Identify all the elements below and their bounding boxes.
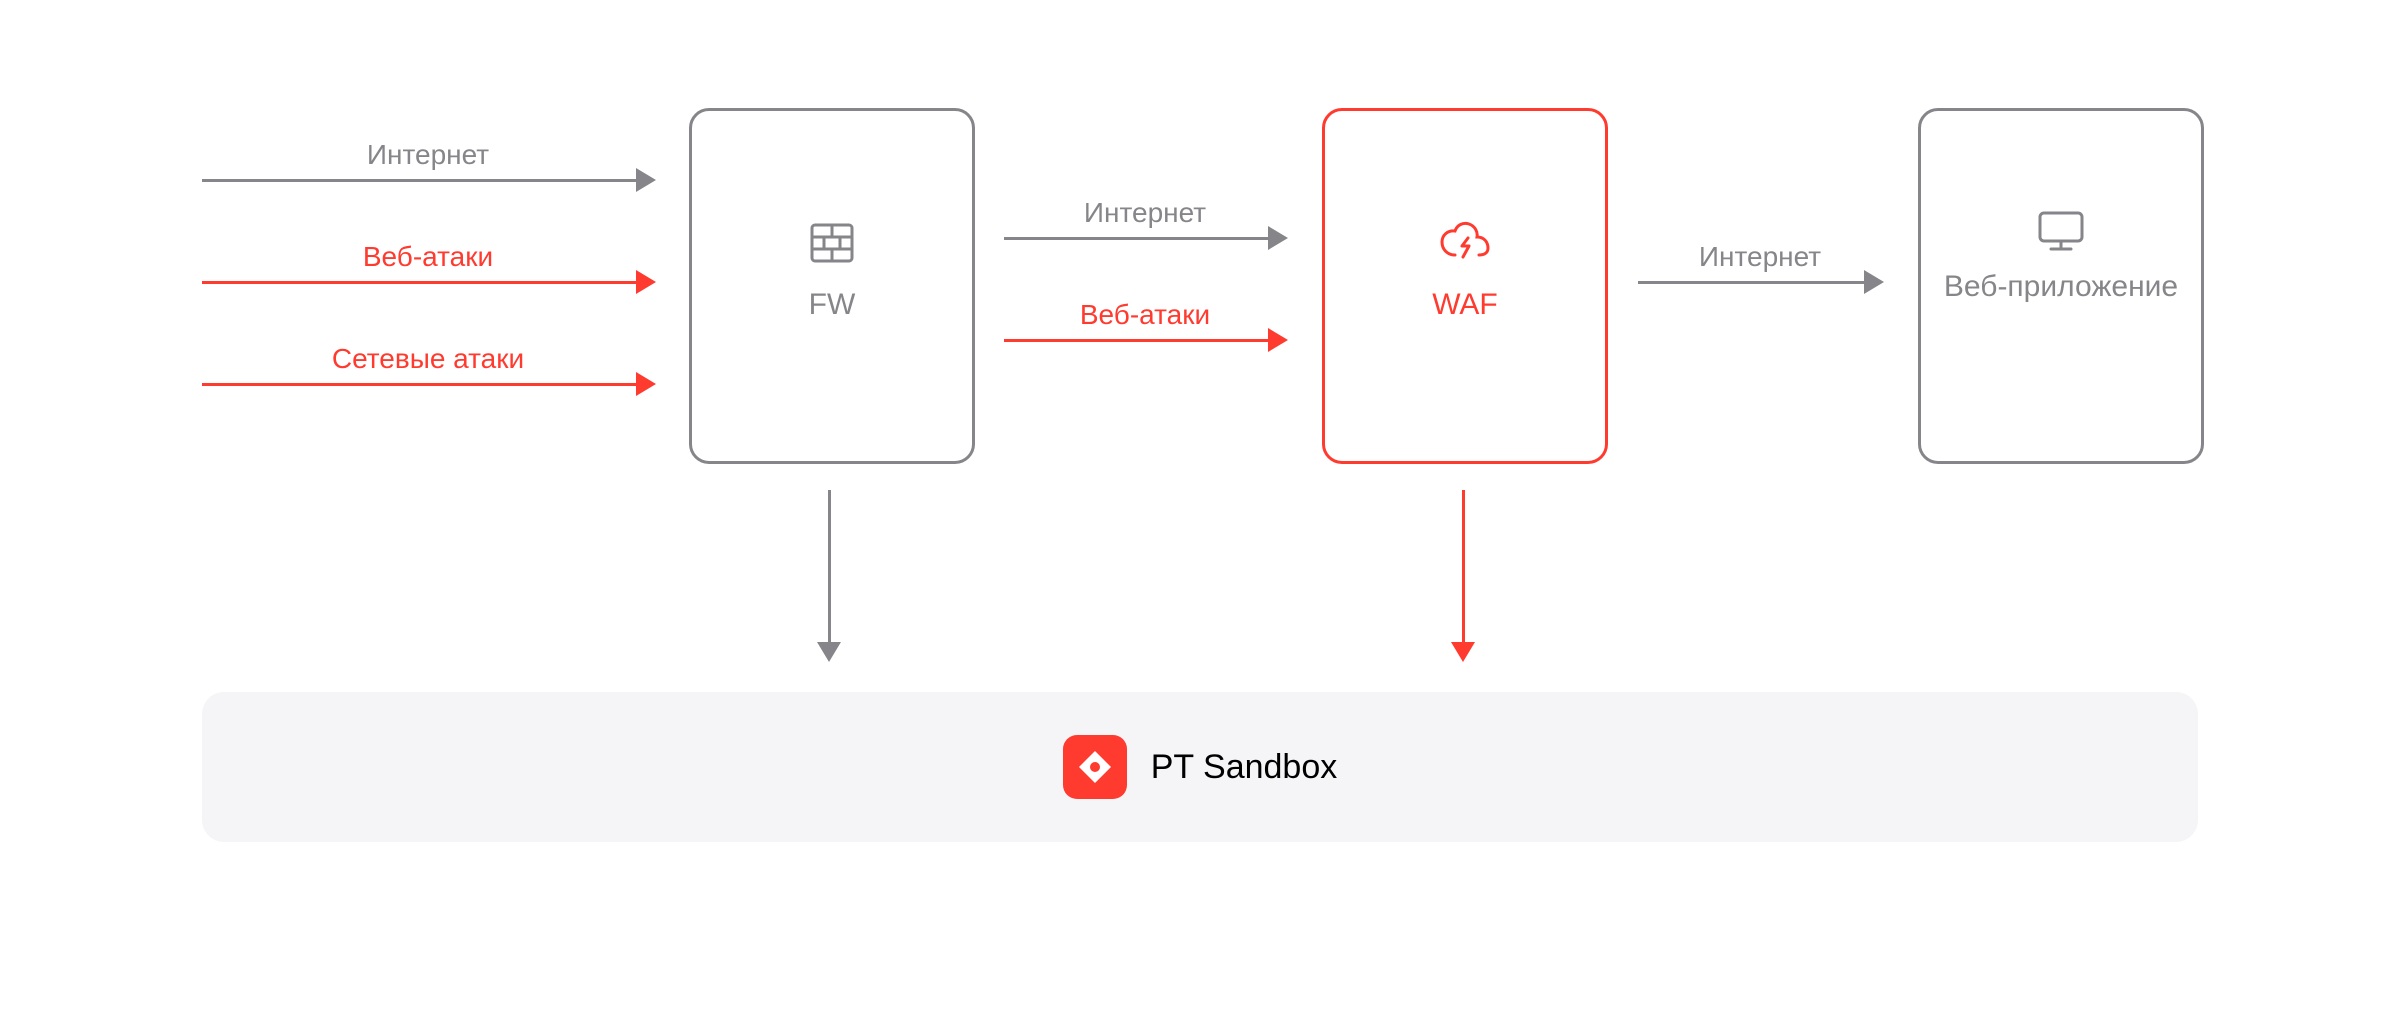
node-fw: FW — [689, 108, 975, 464]
arrow-fw-to-sandbox — [828, 490, 831, 660]
arrow-label: Интернет — [1004, 197, 1286, 229]
diagram: Интернет Веб-атаки Сетевые атаки FW Инте… — [0, 0, 2400, 1018]
arrow-waf-to-sandbox — [1462, 490, 1465, 660]
arrow-label: Веб-атаки — [1004, 299, 1286, 331]
waf-cloud-icon — [1325, 219, 1605, 267]
arrow-label: Веб-атаки — [202, 241, 654, 273]
node-fw-label: FW — [692, 287, 972, 323]
arrow-left-network-attacks: Сетевые атаки — [202, 383, 654, 386]
arrow-left-internet: Интернет — [202, 179, 654, 182]
node-waf: WAF — [1322, 108, 1608, 464]
arrow-left-web-attacks: Веб-атаки — [202, 281, 654, 284]
pt-sandbox-logo-icon — [1063, 735, 1127, 799]
node-web-app-label: Веб-приложение — [1921, 269, 2201, 305]
arrow-mid-internet: Интернет — [1004, 237, 1286, 240]
sandbox-label: PT Sandbox — [1151, 748, 1338, 787]
arrow-label: Сетевые атаки — [202, 343, 654, 375]
node-web-app: Веб-приложение — [1918, 108, 2204, 464]
monitor-icon — [1921, 207, 2201, 255]
firewall-icon — [692, 219, 972, 267]
sandbox-panel: PT Sandbox — [202, 692, 2198, 842]
arrow-label: Интернет — [1638, 241, 1882, 273]
arrow-mid-web-attacks: Веб-атаки — [1004, 339, 1286, 342]
node-waf-label: WAF — [1325, 287, 1605, 323]
arrow-label: Интернет — [202, 139, 654, 171]
arrow-right-internet: Интернет — [1638, 281, 1882, 284]
